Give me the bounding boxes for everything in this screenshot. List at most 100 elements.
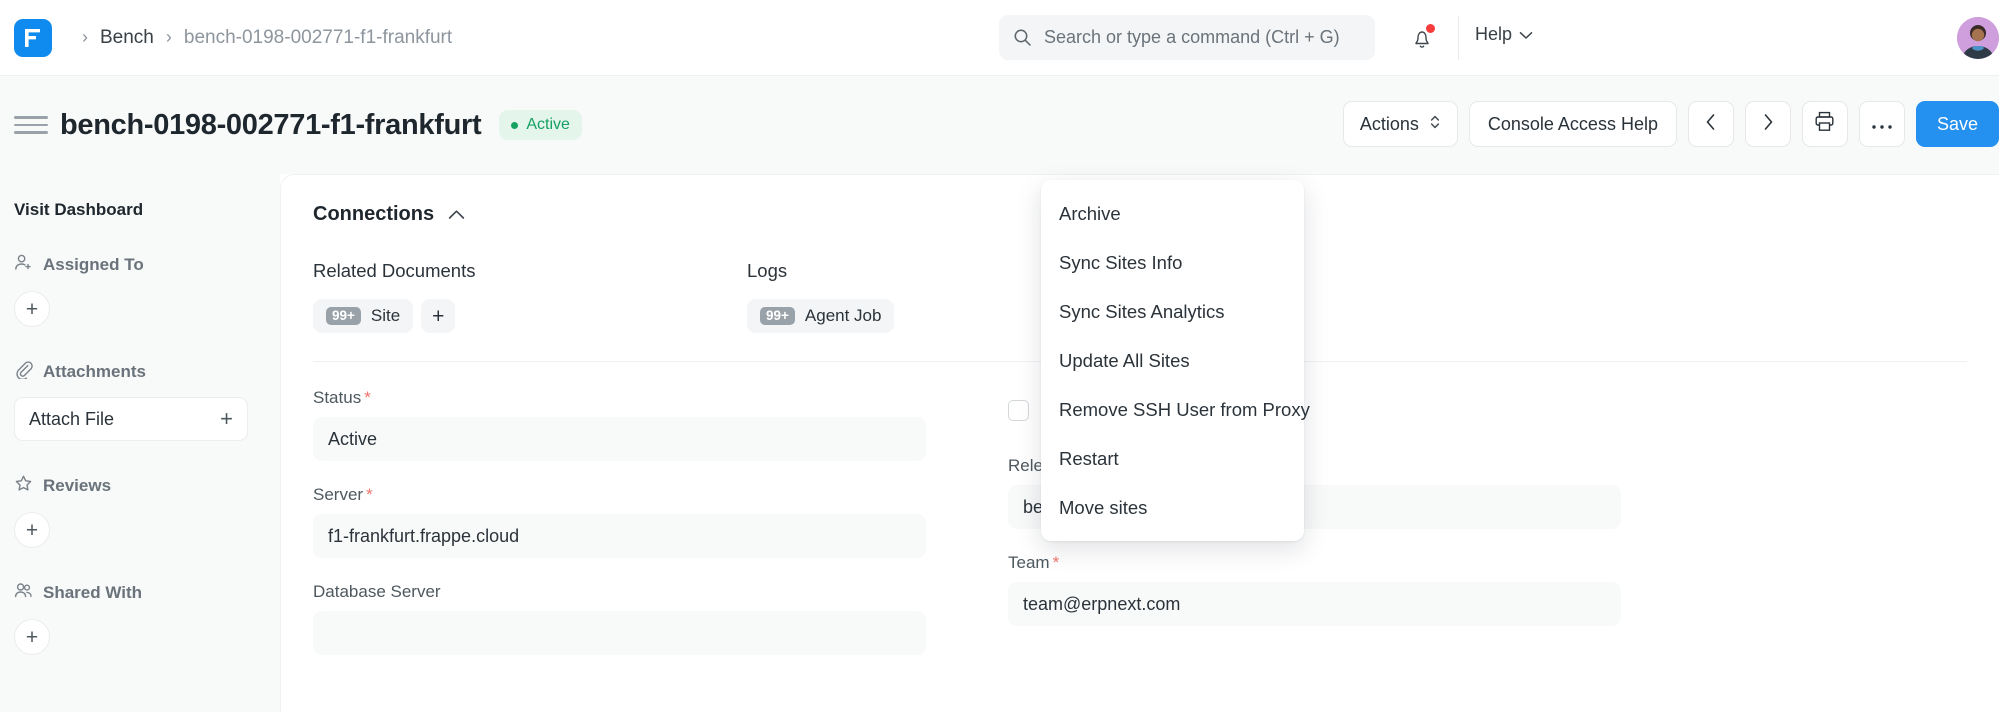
status-dot-icon [511,122,518,129]
status-required-asterisk: * [364,388,371,408]
menu-item-sync-sites-info[interactable]: Sync Sites Info [1041,238,1304,287]
visit-dashboard-link[interactable]: Visit Dashboard [14,200,266,220]
team-required-asterisk: * [1053,553,1060,573]
chevron-right-icon [1762,113,1774,136]
agent-job-chip-label: Agent Job [805,306,882,326]
paperclip-icon [14,360,33,384]
status-input[interactable]: Active [313,417,926,461]
server-required-asterisk: * [366,485,373,505]
navbar-divider [1458,16,1459,60]
top-navbar: › Bench › bench-0198-002771-f1-frankfurt… [0,0,1999,76]
page-title: bench-0198-002771-f1-frankfurt [60,109,481,142]
page-header: bench-0198-002771-f1-frankfurt Active Ac… [0,76,1999,174]
save-label: Save [1937,114,1978,135]
database-server-label: Database Server [313,582,441,602]
print-button[interactable] [1802,101,1848,147]
actions-dropdown-button[interactable]: Actions [1343,101,1458,147]
chevron-left-icon [1705,113,1717,136]
sidebar-toggle-icon[interactable] [14,108,48,142]
field-team: Team * team@erpnext.com [1008,553,1668,626]
assigned-to-label: Assigned To [43,255,144,275]
chevron-up-icon [448,203,465,226]
notifications-bell-icon[interactable] [1405,22,1439,56]
console-access-help-label: Console Access Help [1488,114,1658,135]
actions-label: Actions [1360,114,1419,135]
previous-document-button[interactable] [1688,101,1734,147]
breadcrumb: › Bench › bench-0198-002771-f1-frankfurt [70,27,452,49]
console-access-help-button[interactable]: Console Access Help [1469,101,1677,147]
chevron-updown-icon [1429,113,1441,136]
printer-icon [1814,111,1835,137]
menu-item-restart[interactable]: Restart [1041,434,1304,483]
help-menu-button[interactable]: Help [1475,24,1533,45]
ellipsis-icon [1871,114,1893,135]
breadcrumb-parent-bench[interactable]: Bench [100,27,154,49]
agent-job-chip[interactable]: 99+ Agent Job [747,299,894,333]
users-icon [14,581,33,605]
sidebar-section-reviews: Reviews + [14,474,266,548]
site-link-chip[interactable]: 99+ Site [313,299,413,333]
user-add-icon [14,253,33,277]
sidebar-section-attachments: Attachments Attach File + [14,360,266,441]
reviews-label: Reviews [43,476,111,496]
frappe-logo-icon[interactable] [14,19,52,57]
database-server-label-wrap: Database Server [313,582,973,602]
menu-item-archive[interactable]: Archive [1041,189,1304,238]
actions-dropdown-menu: Archive Sync Sites Info Sync Sites Analy… [1041,180,1304,541]
next-document-button[interactable] [1745,101,1791,147]
related-documents-group: Related Documents 99+ Site + [313,260,747,333]
reviews-header: Reviews [14,474,266,498]
search-input[interactable] [1044,27,1361,48]
field-database-server: Database Server [313,582,973,655]
related-documents-chips: 99+ Site + [313,299,747,333]
help-label: Help [1475,24,1512,45]
breadcrumb-separator-2: › [154,27,184,48]
menu-item-sync-sites-analytics[interactable]: Sync Sites Analytics [1041,287,1304,336]
team-label-wrap: Team * [1008,553,1668,573]
sidebar-section-assigned-to: Assigned To + [14,253,266,327]
shared-with-header: Shared With [14,581,266,605]
server-label-wrap: Server * [313,485,973,505]
field-status: Status * Active [313,388,973,461]
agent-job-count-badge: 99+ [760,307,795,326]
add-share-button[interactable]: + [14,619,50,655]
breadcrumb-current: bench-0198-002771-f1-frankfurt [184,27,452,49]
star-icon [14,474,33,498]
save-button[interactable]: Save [1916,101,1999,147]
field-server: Server * f1-frankfurt.frappe.cloud [313,485,973,558]
more-options-button[interactable] [1859,101,1905,147]
assigned-to-header: Assigned To [14,253,266,277]
attachments-header: Attachments [14,360,266,384]
sidebar-section-shared-with: Shared With + [14,581,266,655]
team-input[interactable]: team@erpnext.com [1008,582,1621,626]
related-documents-label: Related Documents [313,260,747,282]
chevron-down-icon [1519,24,1533,45]
menu-item-update-all-sites[interactable]: Update All Sites [1041,336,1304,385]
status-badge-label: Active [526,116,570,134]
attach-file-button[interactable]: Attach File + [14,397,248,441]
add-review-button[interactable]: + [14,512,50,548]
document-sidebar: Visit Dashboard Assigned To + Attachment… [0,174,280,712]
menu-item-move-sites[interactable]: Move sites [1041,483,1304,532]
user-avatar[interactable] [1957,17,1999,59]
menu-item-remove-ssh-user-from-proxy[interactable]: Remove SSH User from Proxy [1041,385,1304,434]
connections-title: Connections [313,203,434,226]
team-label: Team [1008,553,1050,573]
attachments-label: Attachments [43,362,146,382]
form-column-left: Status * Active Server * f1-frankfurt.fr… [313,388,973,679]
plus-icon: + [220,408,233,430]
add-assignment-button[interactable]: + [14,291,50,327]
page-actions-toolbar: Actions Console Access Help [1343,101,1999,147]
attach-file-label: Attach File [29,409,114,430]
breadcrumb-separator-1: › [70,27,100,48]
database-server-input[interactable] [313,611,926,655]
notification-badge-dot [1426,24,1435,33]
add-site-button[interactable]: + [421,299,455,333]
status-label: Status [313,388,361,408]
server-input[interactable]: f1-frankfurt.frappe.cloud [313,514,926,558]
site-chip-label: Site [371,306,400,326]
search-icon [1013,28,1032,47]
status-label-wrap: Status * [313,388,973,408]
global-search[interactable] [999,15,1375,60]
staging-checkbox[interactable] [1008,400,1029,421]
